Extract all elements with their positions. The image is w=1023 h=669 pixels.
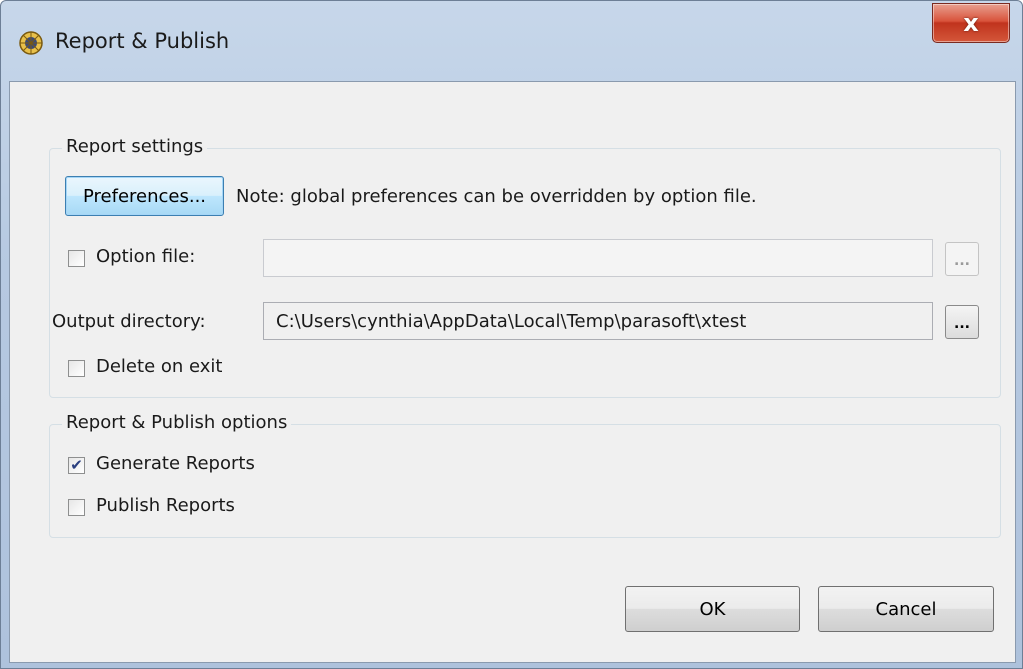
- close-button[interactable]: x: [932, 3, 1010, 43]
- preferences-note: Note: global preferences can be overridd…: [236, 186, 757, 207]
- option-file-checkbox[interactable]: [68, 250, 85, 267]
- ellipsis-icon: ...: [954, 253, 970, 269]
- preferences-button[interactable]: Preferences...: [65, 176, 224, 216]
- delete-on-exit-label: Delete on exit: [96, 356, 223, 377]
- ok-button[interactable]: OK: [625, 586, 800, 632]
- generate-reports-checkbox[interactable]: ✔: [68, 457, 85, 474]
- publish-reports-checkbox[interactable]: [68, 499, 85, 516]
- generate-reports-label: Generate Reports: [96, 453, 255, 474]
- output-directory-browse-button[interactable]: ...: [945, 305, 979, 339]
- cancel-button[interactable]: Cancel: [818, 586, 994, 632]
- close-icon: x: [963, 9, 979, 37]
- publish-options-title: Report & Publish options: [62, 412, 292, 433]
- window-title: Report & Publish: [55, 29, 230, 53]
- output-directory-field[interactable]: C:\Users\cynthia\AppData\Local\Temp\para…: [263, 302, 933, 340]
- option-file-field[interactable]: [263, 239, 933, 277]
- app-icon: [19, 31, 43, 55]
- report-settings-title: Report settings: [62, 136, 208, 157]
- dialog-content: Report settings Preferences... Note: glo…: [9, 81, 1016, 663]
- checkmark-icon: ✔: [70, 456, 83, 474]
- dialog-window: Report & Publish x Report settings Prefe…: [0, 0, 1023, 669]
- delete-on-exit-checkbox[interactable]: [68, 360, 85, 377]
- output-directory-label: Output directory:: [52, 311, 206, 332]
- ellipsis-icon: ...: [954, 316, 970, 332]
- publish-options-group: [49, 424, 1001, 538]
- publish-reports-label: Publish Reports: [96, 495, 235, 516]
- title-bar[interactable]: Report & Publish x: [1, 1, 1022, 81]
- option-file-label: Option file:: [96, 246, 196, 267]
- option-file-browse-button[interactable]: ...: [945, 242, 979, 276]
